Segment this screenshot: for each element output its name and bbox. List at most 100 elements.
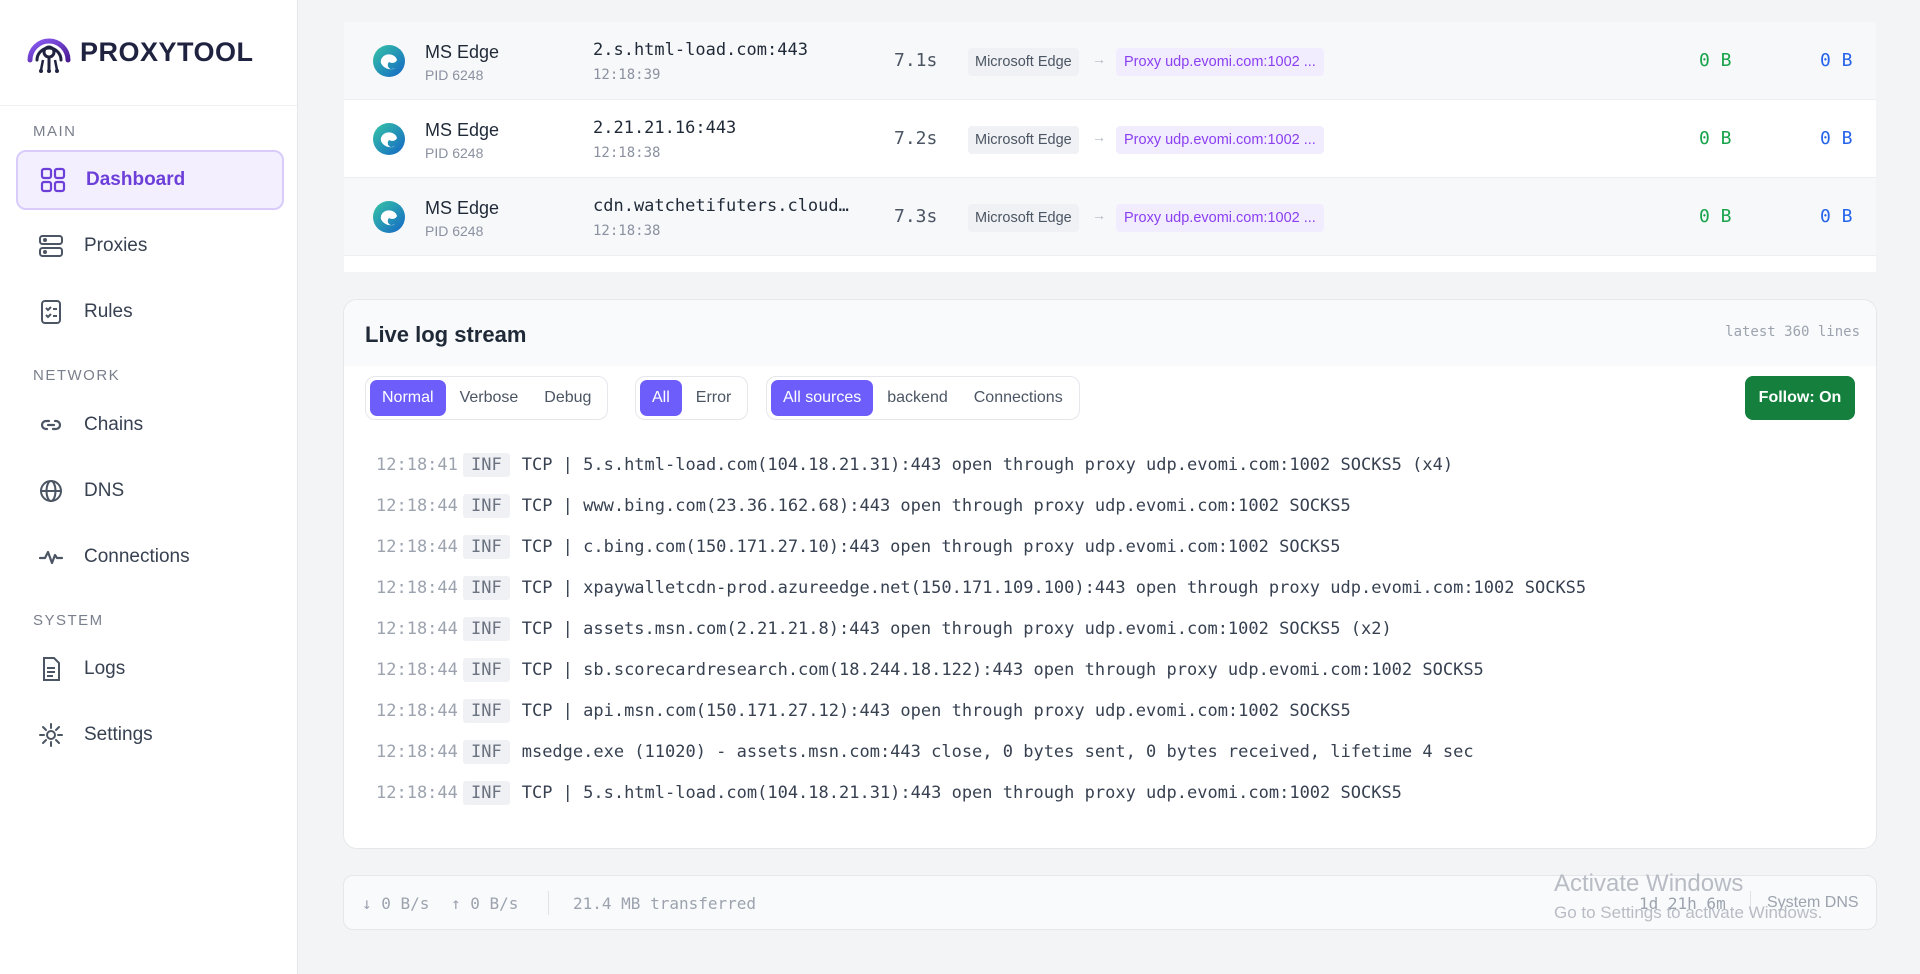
log-message: TCP | xpaywalletcdn-prod.azureedge.net(1… bbox=[521, 577, 1587, 598]
log-entry: 12:18:44 INF TCP | api.msn.com(150.171.27.… bbox=[376, 690, 1856, 731]
log-message: TCP | assets.msn.com(2.21.21.8):443 open… bbox=[521, 618, 1392, 639]
log-time: 12:18:44 bbox=[376, 495, 458, 516]
chain-source: Microsoft Edge bbox=[968, 48, 1079, 76]
sidebar-item-dns[interactable]: DNS bbox=[16, 461, 284, 521]
conn-time: 12:18:38 bbox=[593, 223, 661, 239]
sidebar-item-connections[interactable]: Connections bbox=[16, 527, 284, 587]
log-time: 12:18:44 bbox=[376, 741, 458, 762]
log-entry: 12:18:41 INF TCP | 5.s.html-load.com(104.1… bbox=[376, 444, 1856, 485]
filter-all-button[interactable]: All bbox=[640, 380, 682, 416]
level-selector: Normal Verbose Debug bbox=[365, 376, 609, 420]
duration: 7.3s bbox=[894, 206, 938, 227]
sidebar: PROXYTOOL MAIN Dashboard Proxies Rules N… bbox=[0, 0, 298, 974]
server-icon bbox=[36, 231, 66, 261]
log-entry: 12:18:44 INF TCP | 5.s.html-load.com(104.1… bbox=[376, 772, 1856, 813]
app-name: MS Edge bbox=[425, 42, 500, 62]
sidebar-item-label: Connections bbox=[84, 546, 190, 567]
log-time: 12:18:44 bbox=[376, 577, 458, 598]
log-time: 12:18:44 bbox=[376, 659, 458, 680]
conn-time: 12:18:38 bbox=[593, 145, 661, 161]
sidebar-item-label: Proxies bbox=[84, 235, 148, 256]
log-message: msedge.exe (11020) - assets.msn.com:443 … bbox=[521, 741, 1474, 762]
host: cdn.watchetifuters.cloud… bbox=[593, 196, 849, 216]
bytes-in: 0 B bbox=[1699, 50, 1732, 71]
edge-icon bbox=[373, 123, 405, 155]
grid-icon bbox=[38, 165, 68, 195]
section-label-system: SYSTEM bbox=[33, 612, 104, 629]
log-level: INF bbox=[463, 575, 510, 600]
log-header: Live log stream latest 360 lines bbox=[344, 300, 1876, 366]
log-entry: 12:18:44 INF msedge.exe (11020) - assets.m… bbox=[376, 731, 1856, 772]
sidebar-item-label: Chains bbox=[84, 414, 144, 435]
source-connections-button[interactable]: Connections bbox=[962, 380, 1075, 416]
log-line-count: latest 360 lines bbox=[1725, 324, 1860, 340]
section-label-main: MAIN bbox=[33, 123, 77, 140]
filter-selector: All Error bbox=[635, 376, 749, 420]
sidebar-item-label: Logs bbox=[84, 658, 126, 679]
chain-target: Proxy udp.evomi.com:1002 ... bbox=[1116, 48, 1324, 76]
arrow-right-icon: → bbox=[1092, 207, 1106, 223]
edge-icon bbox=[373, 201, 405, 233]
table-row[interactable]: MS Edge PID 6248 cdn.watchetifuters.clou… bbox=[344, 178, 1876, 256]
pid: PID 6248 bbox=[425, 223, 484, 239]
log-entry: 12:18:44 INF TCP | assets.msn.com(2.21.21.… bbox=[376, 608, 1856, 649]
log-level: INF bbox=[463, 657, 510, 682]
section-label-network: NETWORK bbox=[33, 367, 121, 384]
divider bbox=[548, 891, 549, 915]
chain-source: Microsoft Edge bbox=[968, 204, 1079, 232]
source-backend-button[interactable]: backend bbox=[875, 380, 960, 416]
log-level: INF bbox=[463, 493, 510, 518]
chain-target: Proxy udp.evomi.com:1002 ... bbox=[1116, 126, 1324, 154]
level-normal-button[interactable]: Normal bbox=[370, 380, 446, 416]
log-list[interactable]: 12:18:41 INF TCP | 5.s.html-load.com(104.1… bbox=[376, 444, 1856, 813]
log-message: TCP | sb.scorecardresearch.com(18.244.18… bbox=[521, 659, 1484, 680]
app-name: MS Edge bbox=[425, 120, 500, 140]
sidebar-item-proxies[interactable]: Proxies bbox=[16, 216, 284, 276]
level-debug-button[interactable]: Debug bbox=[532, 380, 603, 416]
log-title: Live log stream bbox=[365, 322, 527, 347]
filter-error-button[interactable]: Error bbox=[684, 380, 744, 416]
activate-windows-watermark: Activate Windows bbox=[1554, 870, 1744, 897]
table-row[interactable]: MS Edge PID 6248 2.21.21.16:443 12:18:38… bbox=[344, 100, 1876, 178]
sidebar-item-label: Dashboard bbox=[86, 169, 186, 190]
log-entry: 12:18:44 INF TCP | sb.scorecardresearch.co… bbox=[376, 649, 1856, 690]
log-level: INF bbox=[463, 698, 510, 723]
conn-time: 12:18:39 bbox=[593, 67, 661, 83]
sidebar-item-dashboard[interactable]: Dashboard bbox=[16, 150, 284, 210]
log-time: 12:18:44 bbox=[376, 782, 458, 803]
globe-icon bbox=[36, 476, 66, 506]
brand[interactable]: PROXYTOOL bbox=[0, 0, 297, 106]
log-time: 12:18:44 bbox=[376, 536, 458, 557]
table-row[interactable]: MS Edge PID 6248 2.s.html-load.com:443 1… bbox=[344, 22, 1876, 100]
pid: PID 6248 bbox=[425, 67, 484, 83]
chain-target: Proxy udp.evomi.com:1002 ... bbox=[1116, 204, 1324, 232]
level-verbose-button[interactable]: Verbose bbox=[448, 380, 531, 416]
logo-icon bbox=[27, 38, 71, 73]
sidebar-item-settings[interactable]: Settings bbox=[16, 705, 284, 765]
bytes-in: 0 B bbox=[1699, 128, 1732, 149]
activity-icon bbox=[36, 542, 66, 572]
host: 2.s.html-load.com:443 bbox=[593, 40, 808, 60]
pid: PID 6248 bbox=[425, 145, 484, 161]
log-panel: Live log stream latest 360 lines Normal … bbox=[343, 299, 1877, 849]
sidebar-item-rules[interactable]: Rules bbox=[16, 282, 284, 342]
log-entry: 12:18:44 INF TCP | www.bing.com(23.36.162.… bbox=[376, 485, 1856, 526]
sidebar-item-label: Rules bbox=[84, 301, 133, 322]
sidebar-item-chains[interactable]: Chains bbox=[16, 395, 284, 455]
bytes-out: 0 B bbox=[1820, 50, 1853, 71]
log-level: INF bbox=[463, 534, 510, 559]
file-icon bbox=[36, 654, 66, 684]
log-message: TCP | c.bing.com(150.171.27.10):443 open… bbox=[521, 536, 1341, 557]
log-message: TCP | www.bing.com(23.36.162.68):443 ope… bbox=[521, 495, 1351, 516]
link-icon bbox=[36, 410, 66, 440]
source-selector: All sources backend Connections bbox=[766, 376, 1080, 420]
sidebar-item-logs[interactable]: Logs bbox=[16, 639, 284, 699]
duration: 7.2s bbox=[894, 128, 938, 149]
log-time: 12:18:44 bbox=[376, 700, 458, 721]
download-rate: ↓ 0 B/s bbox=[362, 894, 430, 913]
source-all-button[interactable]: All sources bbox=[771, 380, 874, 416]
follow-toggle-button[interactable]: Follow: On bbox=[1745, 376, 1855, 420]
sidebar-item-label: DNS bbox=[84, 480, 125, 501]
transferred-total: 21.4 MB transferred bbox=[573, 894, 757, 913]
checklist-icon bbox=[36, 297, 66, 327]
